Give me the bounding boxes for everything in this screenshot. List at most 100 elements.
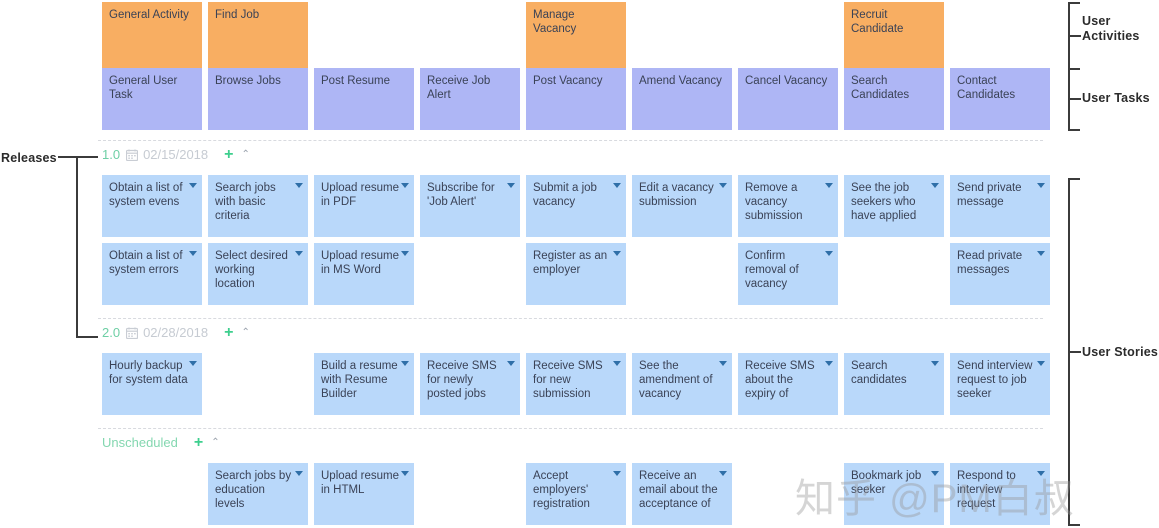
chevron-down-icon[interactable]: [931, 471, 939, 476]
task-card[interactable]: Cancel Vacancy: [738, 68, 838, 130]
story-card[interactable]: Respond to interview request: [950, 463, 1050, 525]
story-card-label: Select desired working location: [215, 250, 288, 290]
chevron-down-icon[interactable]: [401, 361, 409, 366]
story-card[interactable]: Search jobs by education levels: [208, 463, 308, 525]
release-date[interactable]: 02/15/2018: [143, 147, 208, 162]
chevron-up-icon[interactable]: ⌃: [242, 327, 250, 338]
task-card[interactable]: Receive Job Alert: [420, 68, 520, 130]
chevron-down-icon[interactable]: [1037, 183, 1045, 188]
chevron-down-icon[interactable]: [825, 183, 833, 188]
user-activities-label-line1: User: [1082, 14, 1111, 28]
release-header[interactable]: 1.0 02/15/2018 + ⌃: [102, 145, 250, 163]
chevron-down-icon[interactable]: [825, 361, 833, 366]
chevron-down-icon[interactable]: [613, 361, 621, 366]
task-card[interactable]: Contact Candidates: [950, 68, 1050, 130]
activity-card[interactable]: Manage Vacancy: [526, 2, 626, 70]
task-card[interactable]: Post Resume: [314, 68, 414, 130]
chevron-down-icon[interactable]: [825, 251, 833, 256]
task-card[interactable]: Browse Jobs: [208, 68, 308, 130]
story-card[interactable]: See the job seekers who have applied: [844, 175, 944, 237]
chevron-up-icon[interactable]: ⌃: [242, 149, 250, 160]
story-card[interactable]: Send interview request to job seeker: [950, 353, 1050, 415]
chevron-down-icon[interactable]: [613, 471, 621, 476]
story-card[interactable]: Accept employers' registration: [526, 463, 626, 525]
story-card[interactable]: Upload resume in PDF: [314, 175, 414, 237]
story-card-label: Upload resume in MS Word: [321, 250, 399, 276]
task-card[interactable]: Post Vacancy: [526, 68, 626, 130]
story-card-label: Upload resume in PDF: [321, 182, 399, 208]
chevron-down-icon[interactable]: [189, 183, 197, 188]
story-card[interactable]: Send private message: [950, 175, 1050, 237]
chevron-down-icon[interactable]: [1037, 471, 1045, 476]
chevron-down-icon[interactable]: [719, 361, 727, 366]
chevron-down-icon[interactable]: [189, 251, 197, 256]
task-card-label: Contact Candidates: [957, 75, 1016, 101]
story-card[interactable]: Upload resume in HTML: [314, 463, 414, 525]
chevron-down-icon[interactable]: [1037, 251, 1045, 256]
story-card[interactable]: Obtain a list of system errors: [102, 243, 202, 305]
story-card-label: Bookmark job seeker: [851, 470, 922, 496]
story-card-label: Receive an email about the acceptance of: [639, 470, 718, 510]
story-card[interactable]: Search candidates: [844, 353, 944, 415]
story-card-label: Register as an employer: [533, 250, 608, 276]
releases-bracket-spine: [76, 156, 78, 338]
chevron-down-icon[interactable]: [295, 251, 303, 256]
chevron-down-icon[interactable]: [719, 183, 727, 188]
chevron-down-icon[interactable]: [401, 471, 409, 476]
release-header[interactable]: 2.0 02/28/2018 + ⌃: [102, 323, 250, 341]
release-header[interactable]: Unscheduled + ⌃: [102, 433, 220, 451]
story-map-board: General Activity Find Job Manage Vacancy Re…: [0, 0, 1159, 528]
story-card-label: Edit a vacancy submission: [639, 182, 714, 208]
story-card[interactable]: Read private messages: [950, 243, 1050, 305]
activity-card-label: Manage Vacancy: [533, 9, 577, 35]
chevron-down-icon[interactable]: [507, 361, 515, 366]
releases-bracket-bottom: [76, 336, 98, 338]
story-card[interactable]: Receive SMS for newly posted jobs: [420, 353, 520, 415]
plus-icon[interactable]: +: [224, 146, 233, 162]
story-card[interactable]: Submit a job vacancy: [526, 175, 626, 237]
story-card[interactable]: Obtain a list of system evens: [102, 175, 202, 237]
task-card[interactable]: Search Candidates: [844, 68, 944, 130]
story-card-label: Remove a vacancy submission: [745, 182, 803, 222]
story-card[interactable]: Receive an email about the acceptance of: [632, 463, 732, 525]
story-card[interactable]: Build a resume with Resume Builder: [314, 353, 414, 415]
story-card[interactable]: Search jobs with basic criteria: [208, 175, 308, 237]
chevron-down-icon[interactable]: [613, 183, 621, 188]
story-card[interactable]: Receive SMS for new submission: [526, 353, 626, 415]
release-date[interactable]: 02/28/2018: [143, 325, 208, 340]
story-card[interactable]: Hourly backup for system data: [102, 353, 202, 415]
plus-icon[interactable]: +: [224, 324, 233, 340]
chevron-down-icon[interactable]: [613, 251, 621, 256]
story-card[interactable]: Confirm removal of vacancy: [738, 243, 838, 305]
task-card-label: General User Task: [109, 75, 178, 101]
chevron-down-icon[interactable]: [1037, 361, 1045, 366]
chevron-down-icon[interactable]: [189, 361, 197, 366]
story-card[interactable]: Upload resume in MS Word: [314, 243, 414, 305]
chevron-down-icon[interactable]: [931, 183, 939, 188]
chevron-down-icon[interactable]: [401, 183, 409, 188]
plus-icon[interactable]: +: [194, 434, 203, 450]
story-card[interactable]: Edit a vacancy submission: [632, 175, 732, 237]
story-card[interactable]: Register as an employer: [526, 243, 626, 305]
story-card[interactable]: See the amendment of vacancy: [632, 353, 732, 415]
story-card-label: Accept employers' registration: [533, 470, 590, 510]
task-card-label: Post Resume: [321, 75, 391, 87]
chevron-down-icon[interactable]: [295, 183, 303, 188]
chevron-down-icon[interactable]: [295, 471, 303, 476]
activity-card[interactable]: Find Job: [208, 2, 308, 70]
story-card[interactable]: Receive SMS about the expiry of: [738, 353, 838, 415]
story-card[interactable]: Subscribe for 'Job Alert': [420, 175, 520, 237]
task-card[interactable]: Amend Vacancy: [632, 68, 732, 130]
chevron-down-icon[interactable]: [931, 361, 939, 366]
task-card[interactable]: General User Task: [102, 68, 202, 130]
activity-card[interactable]: Recruit Candidate: [844, 2, 944, 70]
chevron-down-icon[interactable]: [401, 251, 409, 256]
activity-card[interactable]: General Activity: [102, 2, 202, 70]
story-card[interactable]: Remove a vacancy submission: [738, 175, 838, 237]
story-card-label: Respond to interview request: [957, 470, 1016, 510]
story-card[interactable]: Select desired working location: [208, 243, 308, 305]
chevron-down-icon[interactable]: [719, 471, 727, 476]
chevron-down-icon[interactable]: [507, 183, 515, 188]
chevron-up-icon[interactable]: ⌃: [211, 437, 219, 448]
story-card[interactable]: Bookmark job seeker: [844, 463, 944, 525]
